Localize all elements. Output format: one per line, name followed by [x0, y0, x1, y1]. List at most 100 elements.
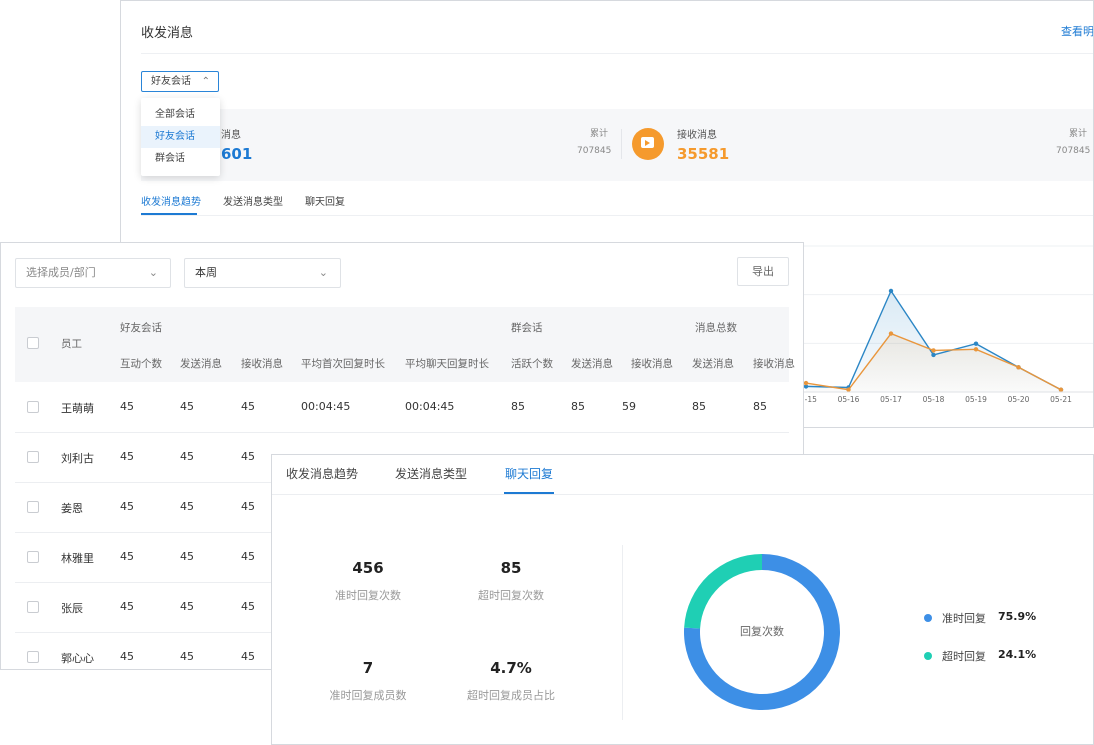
received-value: 35581: [677, 145, 730, 163]
table-cell: 45: [241, 600, 255, 613]
tab-divider: [272, 494, 1093, 495]
table-cell: 85: [692, 400, 706, 413]
donut-center-label: 回复次数: [740, 625, 784, 638]
donut-slice: [684, 554, 762, 629]
member-select[interactable]: 选择成员/部门 ⌄: [15, 258, 171, 288]
table-header: 员工 好友会话 群会话 消息总数 互动个数 发送消息 接收消息 平均首次回复时长…: [15, 307, 795, 382]
dropdown-option[interactable]: 好友会话: [141, 126, 220, 148]
divider: [141, 53, 1093, 54]
stat-label: 消息: [221, 130, 241, 141]
x-tick-label: 05-19: [965, 395, 987, 404]
series-area: [806, 333, 1061, 392]
stats-bar: 消息 601 累计 707845 接收消息 35581 累计 707845: [141, 109, 1093, 181]
x-tick-label: 05-16: [838, 395, 860, 404]
row-checkbox[interactable]: [27, 451, 39, 463]
total-label: 累计: [590, 129, 609, 139]
data-point: [846, 387, 851, 392]
metric-value: 4.7%: [490, 659, 532, 677]
table-cell: 45: [180, 500, 194, 513]
data-point: [1058, 387, 1064, 392]
column-header: 发送消息: [692, 358, 734, 370]
tab-message-type[interactable]: 发送消息类型: [223, 193, 283, 208]
table-cell: 59: [622, 400, 636, 413]
tab-message-trend[interactable]: 收发消息趋势: [141, 193, 201, 208]
table-cell: 85: [511, 400, 525, 413]
row-checkbox[interactable]: [27, 501, 39, 513]
legend-percent: 75.9%: [998, 610, 1037, 623]
metric-label: 超时回复次数: [478, 589, 544, 602]
row-checkbox[interactable]: [27, 651, 39, 663]
dropdown-option[interactable]: 群会话: [141, 148, 220, 170]
row-checkbox[interactable]: [27, 551, 39, 563]
tab-message-trend[interactable]: 收发消息趋势: [286, 465, 358, 482]
group-header: 好友会话: [120, 322, 162, 334]
select-value: 好友会话: [151, 76, 191, 87]
data-point: [803, 380, 809, 386]
metric-value: 85: [500, 559, 522, 577]
table-cell: 45: [180, 450, 194, 463]
table-cell: 45: [241, 500, 255, 513]
table-cell: 00:04:45: [301, 400, 351, 413]
table-cell: 45: [180, 600, 194, 613]
employee-name: 郭心心: [61, 652, 94, 665]
table-cell: 45: [120, 500, 134, 513]
data-point: [973, 341, 979, 346]
employee-name: 张辰: [61, 602, 83, 615]
x-tick-label: 05-18: [923, 395, 945, 404]
legend-dot-ontime: [924, 614, 932, 622]
column-header: 员工: [61, 338, 82, 350]
table-cell: 45: [120, 450, 134, 463]
column-header: 发送消息: [180, 358, 222, 370]
column-header: 平均聊天回复时长: [405, 358, 489, 370]
metric-label: 超时回复成员占比: [467, 689, 555, 702]
table-cell: 85: [753, 400, 767, 413]
table-cell: 45: [241, 650, 255, 663]
legend-percent: 24.1%: [998, 648, 1037, 661]
dropdown-option[interactable]: 全部会话: [141, 104, 220, 126]
group-header: 消息总数: [695, 322, 737, 334]
column-header: 发送消息: [571, 358, 613, 370]
select-all-checkbox[interactable]: [27, 337, 39, 349]
session-type-select[interactable]: 好友会话 ⌃: [141, 71, 219, 92]
export-button[interactable]: 导出: [737, 257, 789, 286]
table-cell: 45: [241, 400, 255, 413]
metric-value: 7: [362, 659, 374, 677]
tab-chat-reply[interactable]: 聊天回复: [305, 193, 345, 208]
data-point: [888, 288, 894, 294]
total-value: 707845: [1056, 146, 1091, 156]
period-select[interactable]: 本周 ⌄: [184, 258, 341, 288]
table-cell: 45: [180, 400, 194, 413]
chevron-down-icon: ⌄: [148, 266, 158, 279]
table-cell: 45: [120, 550, 134, 563]
divider: [622, 545, 623, 720]
data-point: [888, 331, 894, 336]
x-tick-label: 05-17: [880, 395, 902, 404]
legend-label: 超时回复: [942, 650, 986, 663]
tab-chat-reply[interactable]: 聊天回复: [505, 465, 553, 482]
chevron-down-icon: ⌄: [318, 266, 328, 279]
tab-message-type[interactable]: 发送消息类型: [395, 465, 467, 482]
view-details-link[interactable]: 查看明细: [1061, 23, 1093, 39]
stat-value: 601: [221, 145, 253, 163]
x-tick-label: 05-20: [1008, 395, 1030, 404]
column-header: 平均首次回复时长: [301, 358, 385, 370]
employee-name: 姜恩: [61, 502, 83, 515]
row-checkbox[interactable]: [27, 601, 39, 613]
column-header: 接收消息: [241, 358, 283, 370]
tab-divider: [141, 215, 1093, 216]
legend-dot-overtime: [924, 652, 932, 660]
divider: [621, 129, 622, 159]
row-checkbox[interactable]: [27, 401, 39, 413]
panel-title: 收发消息: [141, 26, 194, 41]
table-cell: 45: [120, 650, 134, 663]
column-header: 活跃个数: [511, 358, 553, 370]
table-row[interactable]: 王萌萌 45 45 45 00:04:45 00:04:45 85 85 59 …: [15, 382, 789, 433]
data-point: [931, 352, 936, 358]
select-value: 本周: [195, 266, 217, 279]
active-tab-indicator: [141, 213, 197, 215]
metric-value: 456: [352, 559, 384, 577]
table-cell: 00:04:45: [405, 400, 455, 413]
session-type-dropdown: 全部会话 好友会话 群会话: [141, 98, 220, 176]
data-point: [973, 347, 979, 352]
active-tab-indicator: [504, 492, 554, 494]
